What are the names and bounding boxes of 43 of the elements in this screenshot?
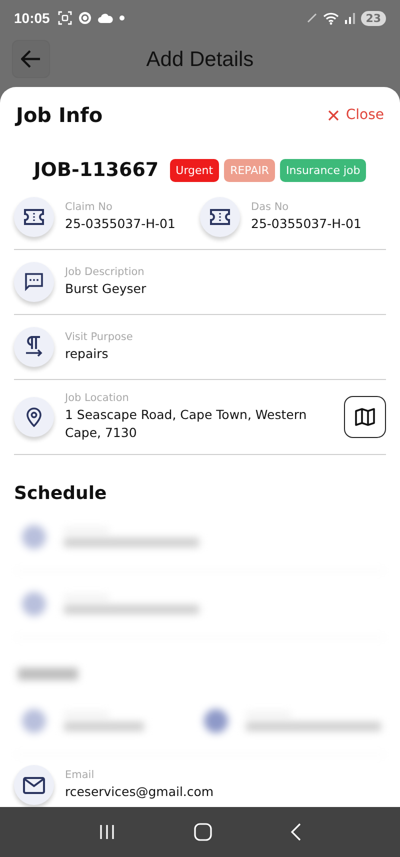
map-icon [355,407,375,428]
field-value: 25-0355037-H-01 [251,214,362,233]
section-title: Schedule [14,483,108,504]
field-value: rceservices@gmail.com [65,783,214,802]
close-icon [328,110,339,120]
paragraph-arrow-icon [24,336,44,358]
status-time: 10:05 [14,10,50,26]
close-button[interactable]: Close [328,107,384,123]
recent-apps-icon[interactable] [99,824,116,840]
cloud-icon [98,13,113,23]
back-button[interactable] [12,40,50,78]
field-value: 1 Seascape Road, Cape Town, Western Cape, 7130 [65,406,308,442]
field-label: Das No [251,200,290,213]
job-number: JOB-113667 [34,159,159,181]
circle-icon [78,11,92,25]
wifi-icon [322,12,339,24]
page-title: Add Details [146,48,254,72]
sheet-title: Job Info [16,103,103,127]
pen-icon [306,13,317,23]
field-label: Visit Purpose [65,330,133,343]
mail-icon [23,776,45,794]
home-icon[interactable] [194,823,212,841]
field-label: Job Description [65,266,146,278]
dot-icon [118,15,125,21]
field-label: Email [65,769,96,782]
map-button[interactable] [344,396,386,438]
job-tag: Urgent [170,158,220,182]
screen-record-icon [58,11,72,25]
field-value: Burst Geyser [65,280,146,298]
location-pin-icon [26,407,42,428]
back-arrow-icon [21,50,41,68]
signal-icon [344,12,355,24]
field-label: Claim No [65,200,114,213]
job-tag: Insurance job [280,158,366,182]
ticket-icon [23,209,45,225]
field-value: 25-0355037-H-01 [65,214,176,233]
ticket-icon [209,209,231,225]
job-tag: REPAIR [224,158,276,182]
field-value: repairs [65,344,110,363]
back-icon[interactable] [290,823,301,841]
field-label: Job Location [65,392,130,404]
battery-level: 23 [360,10,386,26]
message-icon [24,272,44,292]
